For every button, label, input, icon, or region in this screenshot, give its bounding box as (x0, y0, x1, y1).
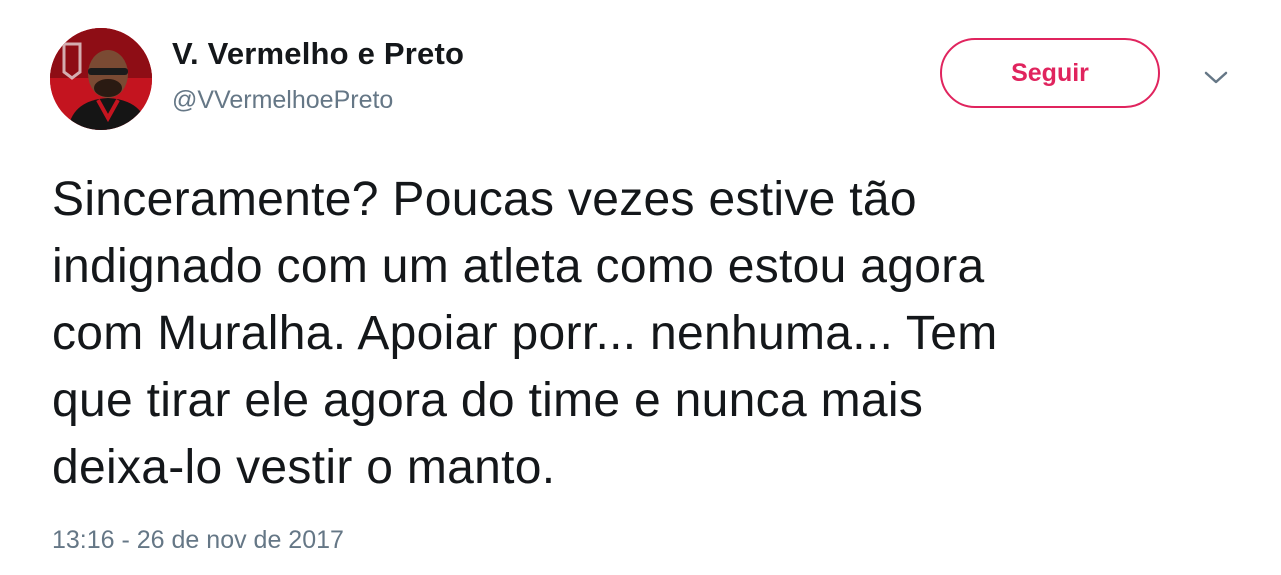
follow-button[interactable]: Seguir (940, 38, 1160, 108)
tweet-text-line: indignado com um atleta como estou agora (52, 240, 985, 293)
user-handle[interactable]: @VVermelhoePreto (172, 86, 393, 115)
tweet-card: V. Vermelho e Preto @VVermelhoePreto Seg… (0, 0, 1281, 575)
tweet-text-line: Sinceramente? Poucas vezes estive tão (52, 173, 917, 226)
more-options-button[interactable] (1200, 64, 1232, 92)
tweet-text-line: com Muralha. Apoiar porr... nenhuma... T… (52, 307, 998, 360)
tweet-timestamp[interactable]: 13:16 - 26 de nov de 2017 (52, 526, 344, 555)
tweet-text-line: deixa-lo vestir o manto. (52, 441, 556, 494)
avatar-image (50, 28, 152, 130)
avatar[interactable] (50, 28, 152, 130)
display-name[interactable]: V. Vermelho e Preto (172, 36, 464, 72)
chevron-down-icon (1204, 71, 1228, 84)
tweet-text: Sinceramente? Poucas vezes estive tão in… (52, 166, 1222, 501)
tweet-text-line: que tirar ele agora do time e nunca mais (52, 374, 924, 427)
